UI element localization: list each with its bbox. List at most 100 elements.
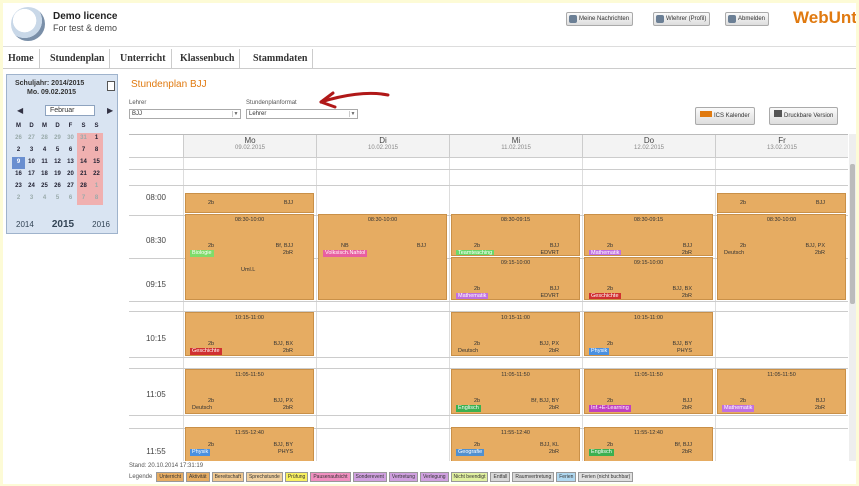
lesson-teacher: BJJ <box>549 243 559 249</box>
legend-item: Vertretung <box>388 472 418 482</box>
calendar-day[interactable]: 2 <box>12 145 25 157</box>
calendar-day[interactable]: 17 <box>25 169 38 181</box>
legend-item: Unterricht <box>156 472 185 482</box>
nav-stundenplan[interactable]: Stundenplan <box>45 49 111 69</box>
calendar-day[interactable]: 4 <box>38 145 51 157</box>
lesson-class: 2b <box>208 200 215 206</box>
calendar-day[interactable]: 29 <box>51 133 64 145</box>
calendar-day[interactable]: 26 <box>12 133 25 145</box>
calendar-day[interactable]: 25 <box>38 181 51 193</box>
calendar-day[interactable]: 18 <box>38 169 51 181</box>
calendar-day[interactable]: 14 <box>77 157 90 169</box>
month-select[interactable]: Februar <box>45 105 95 116</box>
print-button[interactable]: Druckbare Version <box>769 107 839 125</box>
calendar-day[interactable]: 30 <box>64 133 77 145</box>
lesson-block[interactable]: 08:30-10:00 2b Bf, BJJ Biologie 2bR Uml.L <box>185 214 314 300</box>
year-prev[interactable]: 2014 <box>16 217 34 233</box>
calendar-week-row: 2345678 <box>12 193 116 205</box>
lesson-block[interactable]: 11:05-11:50 2b BJJ Inf.+E-Learning 2bR <box>584 369 713 414</box>
legend-item: Raumvertretung <box>512 472 555 482</box>
nav-klassenbuch[interactable]: Klassenbuch <box>175 49 241 69</box>
year-current[interactable]: 2015 <box>52 217 74 233</box>
next-month-icon[interactable]: ▶ <box>107 106 113 115</box>
calendar-day[interactable]: 28 <box>38 133 51 145</box>
calendar-day[interactable]: 13 <box>64 157 77 169</box>
calendar-day[interactable]: 9 <box>12 157 25 169</box>
calendar-week-row: 9 10 11 12 13 14 15 <box>12 157 116 169</box>
calendar-day[interactable]: 5 <box>51 193 64 205</box>
app-window: Demo licence For test & demo Meine Nachr… <box>3 3 856 484</box>
calendar-day[interactable]: 7 <box>77 145 90 157</box>
lesson-class: 2b <box>607 286 614 292</box>
nav-stammdaten[interactable]: Stammdaten <box>248 49 314 69</box>
timetable-scrollbar[interactable] <box>849 134 856 461</box>
calendar-day[interactable]: 27 <box>25 133 38 145</box>
lesson-block[interactable]: 10:15-11:00 2b BJJ, BY Physik PHYS <box>584 312 713 356</box>
lesson-block[interactable]: 10:15-11:00 2b BJJ, BX Geschichte 2bR <box>185 312 314 356</box>
calendar-day[interactable]: 22 <box>90 169 103 181</box>
calendar-day[interactable]: 1 <box>90 133 103 145</box>
calendar-day[interactable]: 31 <box>77 133 90 145</box>
calendar-day[interactable]: 27 <box>64 181 77 193</box>
calendar-day[interactable]: 24 <box>25 181 38 193</box>
calendar-day[interactable]: 15 <box>90 157 103 169</box>
day-header: Mo 09.02.2015 <box>183 135 316 157</box>
lesson-block[interactable]: 08:30-09:15 2b BJJ Mathematik 2bR <box>584 214 713 256</box>
teacher-select[interactable]: BJJ ▼ <box>129 109 241 119</box>
calendar-day[interactable]: 6 <box>64 145 77 157</box>
lesson-room: PHYS <box>677 348 692 354</box>
calendar-day[interactable]: 5 <box>51 145 64 157</box>
calendar-day[interactable]: 2 <box>12 193 25 205</box>
lesson-block[interactable]: 11:05-11:50 2b BJJ, PX Deutsch 2bR <box>185 369 314 414</box>
calendar-day[interactable]: 26 <box>51 181 64 193</box>
calendar-day[interactable]: 3 <box>25 145 38 157</box>
lesson-block[interactable]: 09:15-10:00 2b BJJ, BX Geschichte 2bR <box>584 257 713 300</box>
calendar-day[interactable]: 12 <box>51 157 64 169</box>
nav-home[interactable]: Home <box>3 49 40 69</box>
lesson-class: 2b <box>474 442 481 448</box>
profile-button[interactable]: Wlehrer (Profil) <box>653 12 711 26</box>
lesson-block[interactable]: 11:55-12:40 2b BJJ, BY Physik PHYS <box>185 427 314 461</box>
prev-month-icon[interactable]: ◀ <box>17 106 23 115</box>
scrollbar-thumb[interactable] <box>850 164 855 304</box>
lesson-block[interactable]: 08:30-10:00 NB BJJ Volksisch.Nahtol <box>318 214 447 300</box>
lesson-time: 08:30-09:15 <box>633 217 664 223</box>
calendar-day[interactable]: 19 <box>51 169 64 181</box>
nav-unterricht[interactable]: Unterricht <box>115 49 172 69</box>
calendar-icon[interactable] <box>107 81 115 91</box>
calendar-day[interactable]: 3 <box>25 193 38 205</box>
year-next[interactable]: 2016 <box>92 217 110 233</box>
calendar-day[interactable]: 4 <box>38 193 51 205</box>
lesson-block[interactable]: 11:05-11:50 2b Bf, BJJ, BY Englisch 2bR <box>451 369 580 414</box>
lesson-class: 2b <box>607 398 614 404</box>
calendar-day[interactable]: 21 <box>77 169 90 181</box>
lesson-block[interactable]: 11:55-12:40 2b BJJ, KL Geografie 2bR <box>451 427 580 461</box>
lesson-block[interactable]: 2b BJJ <box>185 193 314 213</box>
calendar-day[interactable]: 8 <box>90 145 103 157</box>
logout-button[interactable]: Abmelden <box>725 12 770 26</box>
calendar-day[interactable]: 16 <box>12 169 25 181</box>
lesson-time: 11:05-11:50 <box>501 372 530 378</box>
lesson-block[interactable]: 11:05-11:50 2b BJJ Mathematik 2bR <box>717 369 846 414</box>
calendar-day[interactable]: 1 <box>90 181 103 193</box>
legend-item: Ferien (nicht buchbar) <box>578 472 634 482</box>
lesson-block[interactable]: 08:30-10:00 2b BJJ, PX Deutsch 2bR <box>717 214 846 300</box>
calendar-day[interactable]: 20 <box>64 169 77 181</box>
calendar-day[interactable]: 8 <box>90 193 103 205</box>
calendar-day[interactable]: 10 <box>25 157 38 169</box>
calendar-day[interactable]: 28 <box>77 181 90 193</box>
lesson-block[interactable]: 2b BJJ <box>717 193 846 213</box>
lesson-block[interactable]: 11:55-12:40 2b Bf, BJJ Englisch 2bR <box>584 427 713 461</box>
calendar-day[interactable]: 7 <box>77 193 90 205</box>
messages-button[interactable]: Meine Nachrichten <box>566 12 634 26</box>
lesson-block[interactable]: 09:15-10:00 2b BJJ Mathematik EDVRT <box>451 257 580 300</box>
lesson-class: 2b <box>607 341 614 347</box>
calendar-day[interactable]: 23 <box>12 181 25 193</box>
lesson-room: 2bR <box>681 449 692 455</box>
calendar-day[interactable]: 6 <box>64 193 77 205</box>
ics-calendar-button[interactable]: ICS Kalender <box>695 107 755 125</box>
calendar-day[interactable]: 11 <box>38 157 51 169</box>
lesson-block[interactable]: 08:30-09:15 2b BJJ Teamteaching EDVRT <box>451 214 580 256</box>
lesson-room: EDVRT <box>540 293 559 299</box>
lesson-block[interactable]: 10:15-11:00 2b BJJ, PX Deutsch 2bR <box>451 312 580 356</box>
